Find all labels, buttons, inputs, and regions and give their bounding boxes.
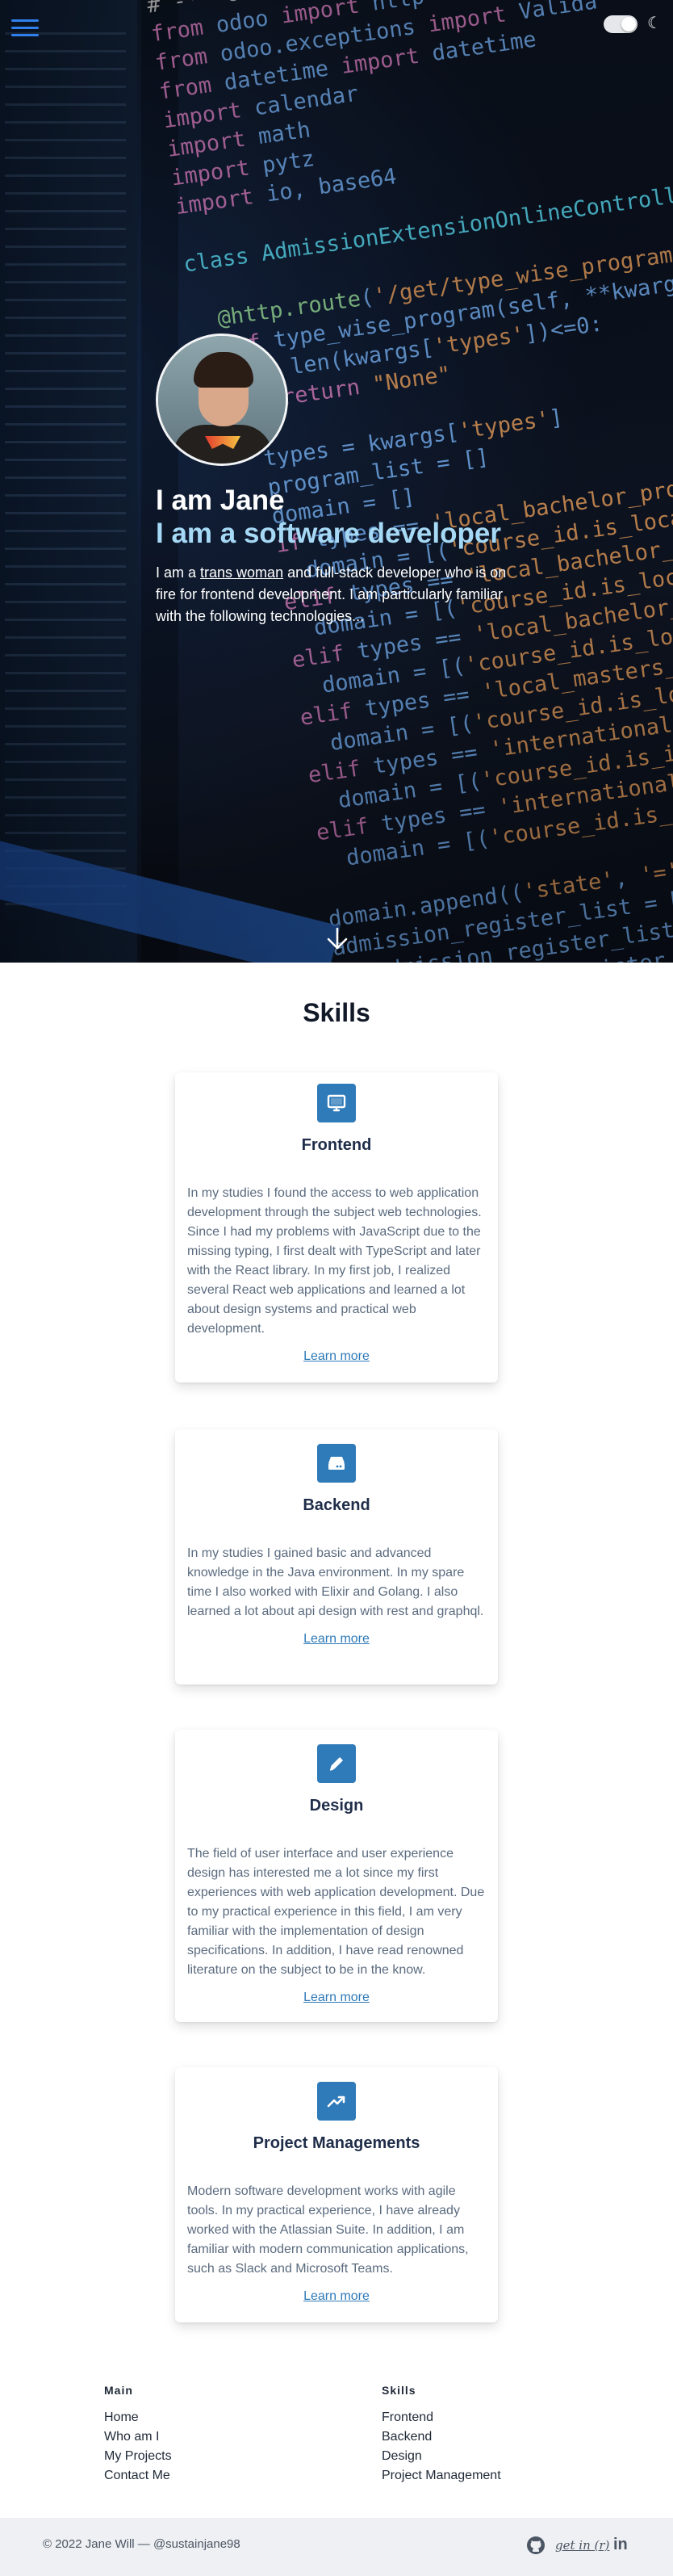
learn-more-link-project-management[interactable]: Learn more xyxy=(303,2288,370,2305)
hero-text: I am Jane I am a software developer I am… xyxy=(156,485,527,627)
footer-link-design[interactable]: Design xyxy=(382,2447,583,2466)
menu-bar-1 xyxy=(11,19,39,22)
skill-card-text: Modern software development works with a… xyxy=(187,2184,469,2276)
footer-main-heading: Main xyxy=(104,2384,133,2397)
skill-card-backend: Backend In my studies I gained basic and… xyxy=(175,1429,498,1684)
skill-card-design: Design The field of user interface and u… xyxy=(175,1730,498,2022)
hero-role: I am a software developer xyxy=(156,518,501,549)
hero-name: I am Jane xyxy=(156,485,285,516)
skill-card-title: Design xyxy=(309,1797,364,1815)
skill-card-text: In my studies I found the access to web … xyxy=(187,1186,482,1336)
footer-link-contact-me[interactable]: Contact Me xyxy=(104,2466,306,2486)
skill-card-title: Backend xyxy=(303,1496,370,1514)
footer-link-project-management[interactable]: Project Management xyxy=(382,2466,583,2486)
learn-more-link-frontend[interactable]: Learn more xyxy=(303,1348,370,1366)
footer-main-nav: Main Home Who am I My Projects Contact M… xyxy=(104,2384,306,2486)
linkedin-icon[interactable]: in xyxy=(613,2536,628,2558)
skill-card-frontend: Frontend In my studies I found the acces… xyxy=(175,1072,498,1382)
menu-bar-2 xyxy=(11,27,39,29)
footer-skills-heading: Skills xyxy=(382,2384,416,2397)
footer-link-who-am-i[interactable]: Who am I xyxy=(104,2427,306,2447)
menu-button[interactable] xyxy=(11,16,39,40)
get-in-social-link[interactable]: get in (r) xyxy=(555,2538,609,2561)
bottom-bar: © 2022 Jane Will — @sustainjane98 get in… xyxy=(0,2518,673,2576)
hero-intro: I am a trans woman and full-stack develo… xyxy=(156,562,527,627)
footer-link-my-projects[interactable]: My Projects xyxy=(104,2447,306,2466)
hero-section: # -*- coding: utf-8 -*- from odoo import… xyxy=(0,0,673,963)
monitor-icon xyxy=(317,1084,356,1122)
skill-card-project-management: Project Managements Modern software deve… xyxy=(175,2067,498,2322)
footer-link-home[interactable]: Home xyxy=(104,2408,306,2427)
chevron-down-icon[interactable] xyxy=(325,926,349,950)
avatar xyxy=(156,334,288,466)
skills-title: Skills xyxy=(303,998,370,1027)
menu-bar-3 xyxy=(11,34,39,36)
server-icon xyxy=(317,1444,356,1483)
skill-card-text: The field of user interface and user exp… xyxy=(187,1847,485,1977)
footer-link-frontend[interactable]: Frontend xyxy=(382,2408,583,2427)
moon-icon: ☾ xyxy=(647,15,662,32)
github-icon[interactable] xyxy=(525,2535,546,2557)
skill-card-title: Frontend xyxy=(301,1136,372,1154)
skill-card-title: Project Managements xyxy=(253,2134,420,2152)
footer-link-backend[interactable]: Backend xyxy=(382,2427,583,2447)
hero-intro-before: I am a xyxy=(156,564,201,581)
skill-card-text: In my studies I gained basic and advance… xyxy=(187,1546,484,1618)
pencil-icon xyxy=(317,1744,356,1783)
hero-overlay xyxy=(0,0,673,963)
copyright: © 2022 Jane Will — @sustainjane98 xyxy=(43,2537,240,2551)
footer-skills-nav: Skills Frontend Backend Design Project M… xyxy=(382,2384,583,2486)
learn-more-link-design[interactable]: Learn more xyxy=(303,1989,370,2007)
trending-up-icon xyxy=(317,2082,356,2121)
theme-toggle[interactable] xyxy=(604,15,637,33)
theme-toggle-knob xyxy=(621,17,636,31)
trans-woman-link[interactable]: trans woman xyxy=(200,564,283,581)
learn-more-link-backend[interactable]: Learn more xyxy=(303,1630,370,1648)
